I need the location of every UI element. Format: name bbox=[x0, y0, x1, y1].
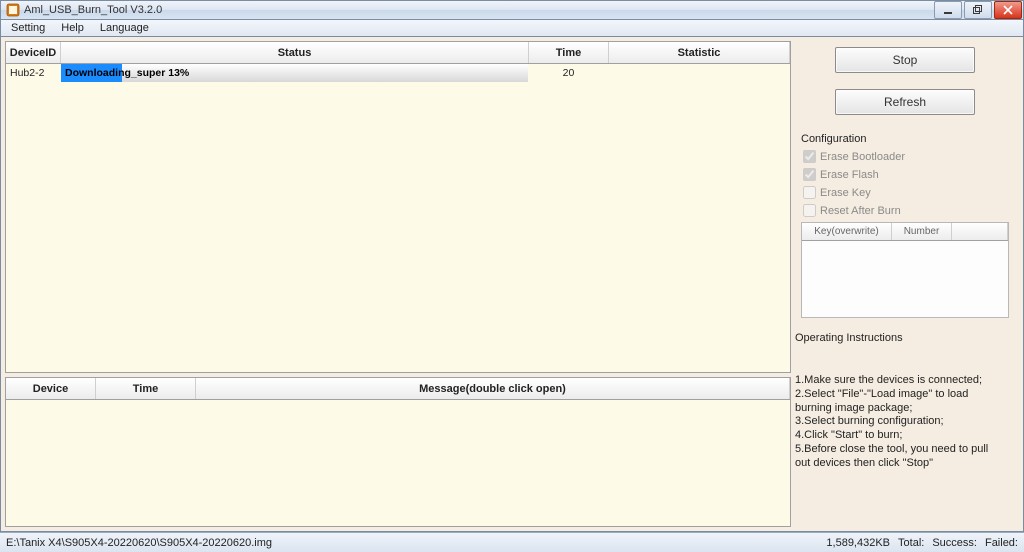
col-status[interactable]: Status bbox=[61, 42, 529, 63]
status-success: Success: bbox=[932, 537, 977, 549]
right-pane: Stop Refresh Configuration Erase Bootloa… bbox=[795, 37, 1023, 531]
checkbox-label: Erase Flash bbox=[820, 169, 879, 181]
status-total: Total: bbox=[898, 537, 924, 549]
client-area: DeviceID Status Time Statistic Hub2-2 Do… bbox=[0, 36, 1024, 532]
checkbox-input[interactable] bbox=[803, 204, 816, 217]
col-time[interactable]: Time bbox=[529, 42, 609, 63]
maximize-button[interactable] bbox=[964, 1, 992, 19]
configuration-title: Configuration bbox=[801, 133, 1009, 145]
window-title: Aml_USB_Burn_Tool V3.2.0 bbox=[24, 4, 932, 16]
status-failed: Failed: bbox=[985, 537, 1018, 549]
checkbox-input[interactable] bbox=[803, 186, 816, 199]
key-table-header: Key(overwrite) Number bbox=[802, 223, 1008, 241]
instruction-line: 1.Make sure the devices is connected; bbox=[795, 374, 1005, 388]
instructions-title: Operating Instructions bbox=[795, 332, 1015, 344]
checkbox-label: Reset After Burn bbox=[820, 205, 901, 217]
log-col-message[interactable]: Message(double click open) bbox=[196, 378, 790, 399]
instruction-line: 5.Before close the tool, you need to pul… bbox=[795, 443, 1005, 471]
key-col-number[interactable]: Number bbox=[892, 223, 952, 240]
cell-time: 20 bbox=[529, 67, 609, 79]
instruction-line: 3.Select burning configuration; bbox=[795, 415, 1005, 429]
key-table: Key(overwrite) Number bbox=[801, 222, 1009, 318]
menu-help[interactable]: Help bbox=[53, 21, 92, 35]
log-table: Device Time Message(double click open) bbox=[5, 377, 791, 527]
minimize-button[interactable] bbox=[934, 1, 962, 19]
checkbox-erase-key[interactable]: Erase Key bbox=[803, 186, 1009, 199]
instructions-body: 1.Make sure the devices is connected; 2.… bbox=[795, 374, 1005, 470]
instruction-line: 4.Click "Start" to burn; bbox=[795, 429, 1005, 443]
window-button-group bbox=[932, 1, 1022, 19]
cell-device-id: Hub2-2 bbox=[6, 67, 61, 79]
checkbox-label: Erase Bootloader bbox=[820, 151, 905, 163]
instructions-group: Operating Instructions 1.Make sure the d… bbox=[795, 332, 1015, 470]
checkbox-label: Erase Key bbox=[820, 187, 871, 199]
checkbox-input[interactable] bbox=[803, 150, 816, 163]
close-button[interactable] bbox=[994, 1, 1022, 19]
table-row[interactable]: Hub2-2 Downloading_super 13% 20 bbox=[6, 64, 790, 82]
log-table-header: Device Time Message(double click open) bbox=[6, 378, 790, 400]
log-col-device[interactable]: Device bbox=[6, 378, 96, 399]
status-size: 1,589,432KB bbox=[826, 537, 890, 549]
key-col-key[interactable]: Key(overwrite) bbox=[802, 223, 892, 240]
col-device-id[interactable]: DeviceID bbox=[6, 42, 61, 63]
window-titlebar: Aml_USB_Burn_Tool V3.2.0 bbox=[0, 0, 1024, 20]
stop-button[interactable]: Stop bbox=[835, 47, 975, 73]
app-icon bbox=[6, 3, 20, 17]
checkbox-reset-after-burn[interactable]: Reset After Burn bbox=[803, 204, 1009, 217]
menu-bar: Setting Help Language bbox=[0, 20, 1024, 36]
menu-language[interactable]: Language bbox=[92, 21, 157, 35]
device-table: DeviceID Status Time Statistic Hub2-2 Do… bbox=[5, 41, 791, 373]
col-statistic[interactable]: Statistic bbox=[609, 42, 790, 63]
refresh-button[interactable]: Refresh bbox=[835, 89, 975, 115]
status-path: E:\Tanix X4\S905X4-20220620\S905X4-20220… bbox=[6, 537, 272, 549]
instruction-line: 2.Select "File"-"Load image" to load bur… bbox=[795, 388, 1005, 416]
checkbox-erase-flash[interactable]: Erase Flash bbox=[803, 168, 1009, 181]
progress-label: Downloading_super 13% bbox=[65, 64, 189, 82]
log-col-time[interactable]: Time bbox=[96, 378, 196, 399]
checkbox-erase-bootloader[interactable]: Erase Bootloader bbox=[803, 150, 1009, 163]
left-pane: DeviceID Status Time Statistic Hub2-2 Do… bbox=[1, 37, 795, 531]
device-table-header: DeviceID Status Time Statistic bbox=[6, 42, 790, 64]
configuration-group: Configuration Erase Bootloader Erase Fla… bbox=[795, 131, 1015, 322]
menu-setting[interactable]: Setting bbox=[3, 21, 53, 35]
cell-status-progress: Downloading_super 13% bbox=[61, 64, 529, 82]
status-bar: E:\Tanix X4\S905X4-20220620\S905X4-20220… bbox=[0, 532, 1024, 552]
checkbox-input[interactable] bbox=[803, 168, 816, 181]
key-col-empty bbox=[952, 223, 1008, 240]
